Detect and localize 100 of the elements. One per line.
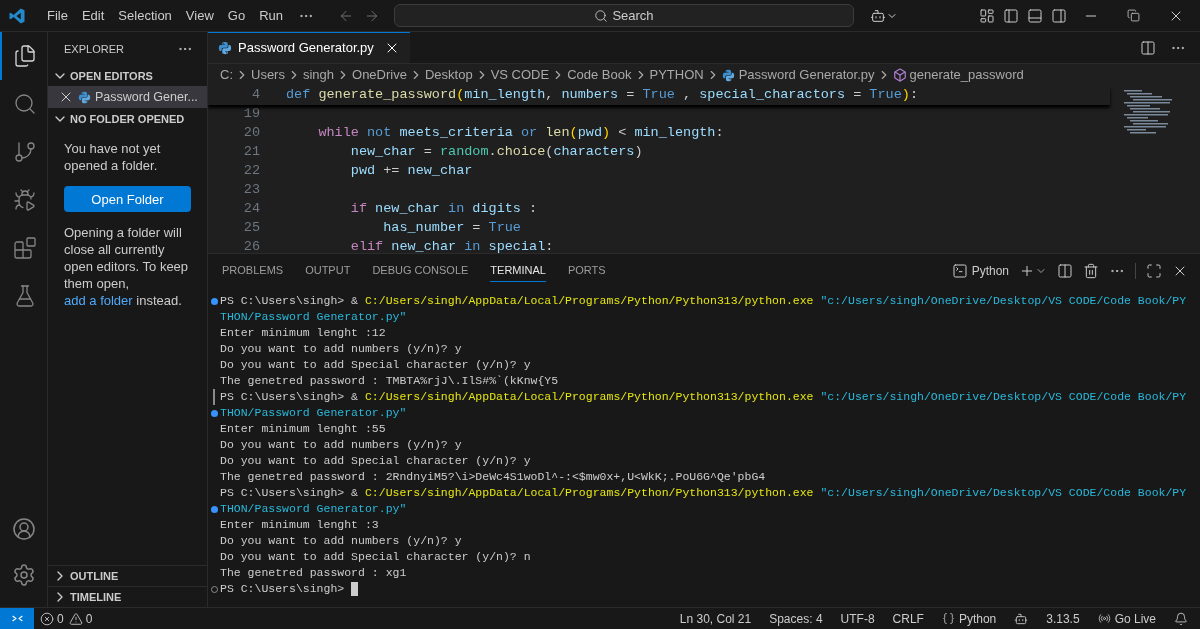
- tab-label: Password Generator.py: [238, 39, 374, 58]
- menu-item[interactable]: File: [40, 5, 75, 26]
- open-folder-button[interactable]: Open Folder: [64, 186, 191, 212]
- terminal-line: Enter minimum lenght :12: [220, 325, 386, 342]
- search-label: Search: [612, 6, 654, 25]
- terminal-line: Do you want to add numbers (y/n)? y: [220, 533, 462, 550]
- line-number: 23: [242, 181, 261, 200]
- secondary-sidebar-icon[interactable]: [1051, 7, 1067, 24]
- code-line: elif new_char in special:: [349, 239, 554, 253]
- encoding[interactable]: UTF-8: [840, 609, 875, 628]
- menu-item[interactable]: Go: [220, 5, 253, 26]
- warning-icon: [68, 611, 83, 626]
- robot-icon[interactable]: [870, 7, 886, 24]
- terminal-line: The genetred password : 2RndnyiM5?\i>DeWc4S1woDl^-:<$mw0x+,U<WkK;.PoU6G^Qe'pbG4: [220, 469, 766, 486]
- language-mode[interactable]: Python: [941, 609, 997, 628]
- section-header[interactable]: OPEN EDITORS: [48, 66, 207, 86]
- settings-icon[interactable]: [11, 563, 36, 587]
- terminal-line: Do you want to add numbers (y/n)? y: [220, 341, 462, 358]
- editor-tab[interactable]: Password Generator.py: [208, 32, 410, 63]
- breadcrumb[interactable]: Users: [251, 65, 285, 85]
- maximize-icon[interactable]: [1146, 262, 1162, 279]
- breadcrumb[interactable]: VS CODE: [490, 65, 550, 85]
- terminal-line: PS C:\Users\singh> & C:/Users/singh/AppData/Local/Programs/Python/Python313/python.exe "c:/Users/singh/OneDrive/Desktop/VS CODE/Code Book/PY: [220, 389, 1187, 406]
- panel-tab[interactable]: PORTS: [567, 258, 606, 283]
- go-live-button[interactable]: Go Live: [1097, 609, 1156, 628]
- cursor-position[interactable]: Ln 30, Col 21: [679, 609, 752, 628]
- line-number: 19: [242, 105, 261, 124]
- terminal-line: Do you want to add numbers (y/n)? y: [220, 437, 462, 454]
- line-number: 26: [242, 238, 261, 253]
- empty-message: You have not yet opened a folder.: [64, 140, 162, 174]
- python-icon: [218, 41, 232, 55]
- file-name: Password Gener...: [95, 88, 198, 106]
- robot-icon[interactable]: [1014, 611, 1029, 626]
- menu-item[interactable]: Edit: [74, 5, 112, 26]
- extensions-icon: [12, 236, 37, 260]
- cube-icon: [892, 68, 907, 82]
- python-icon: [721, 68, 735, 82]
- panel-tab[interactable]: PROBLEMS: [222, 258, 284, 283]
- trash-icon[interactable]: [1083, 262, 1099, 279]
- search-icon: [594, 8, 609, 23]
- terminal-line: THON/Password Generator.py": [220, 309, 407, 326]
- sidebar-title: EXPLORER: [64, 41, 124, 57]
- files-icon: [12, 44, 37, 68]
- panel-tab[interactable]: DEBUG CONSOLE: [372, 258, 469, 283]
- bell-icon[interactable]: [1174, 611, 1188, 626]
- error-icon: [40, 611, 54, 626]
- panel-tab[interactable]: OUTPUT: [305, 258, 351, 283]
- section-header[interactable]: TIMELINE: [48, 586, 207, 607]
- sidebar-toggle-icon[interactable]: [1003, 7, 1019, 24]
- branch-icon: [12, 140, 37, 164]
- terminal-selector[interactable]: Python: [951, 261, 1009, 280]
- code-line: if new_char in digits :: [349, 201, 538, 217]
- breadcrumb[interactable]: generate_password: [909, 65, 1024, 85]
- line-ending[interactable]: CRLF: [892, 609, 924, 628]
- restore-icon[interactable]: [1127, 9, 1140, 22]
- line-number: 21: [242, 143, 261, 162]
- breadcrumb[interactable]: Password Generator.py: [738, 65, 875, 85]
- split-terminal-icon[interactable]: [1057, 262, 1073, 279]
- add-folder-link[interactable]: add a folder: [64, 293, 133, 308]
- terminal-line: THON/Password Generator.py": [220, 501, 407, 518]
- section-header[interactable]: NO FOLDER OPENED: [48, 108, 207, 130]
- search-icon: [12, 92, 37, 116]
- terminal-line: PS C:\Users\singh>: [220, 581, 345, 598]
- command-center[interactable]: Search: [394, 4, 854, 27]
- terminal-line: Do you want to add Special character (y/n)? y: [220, 453, 531, 470]
- line-number: 4: [250, 86, 261, 105]
- menu-item[interactable]: Selection: [111, 5, 179, 26]
- menu-item[interactable]: Run: [252, 5, 290, 26]
- menu-item[interactable]: View: [178, 5, 221, 26]
- layout-icon[interactable]: [979, 7, 995, 24]
- breadcrumb[interactable]: C:: [220, 65, 233, 85]
- account-icon[interactable]: [11, 517, 36, 541]
- terminal-line: Do you want to add Special character (y/n)? y: [220, 357, 531, 374]
- python-version[interactable]: 3.13.5: [1046, 609, 1080, 628]
- terminal-line: PS C:\Users\singh> & C:/Users/singh/AppData/Local/Programs/Python/Python313/python.exe "c:/Users/singh/OneDrive/Desktop/VS CODE/Code Book/PY: [220, 485, 1187, 502]
- terminal-line: The genetred password : TMBTA%rjJ\.IlS#%`(kKnw{Y5: [220, 373, 559, 390]
- breadcrumb[interactable]: OneDrive: [352, 65, 407, 85]
- split-editor-icon[interactable]: [1140, 39, 1156, 56]
- problems-indicator[interactable]: 0 0: [34, 609, 99, 628]
- breadcrumb[interactable]: Desktop: [424, 65, 473, 85]
- code-line: def generate_password(min_length, numbers = True , special_charactors = True):: [286, 87, 918, 103]
- terminal-line: PS C:\Users\singh> & C:/Users/singh/AppData/Local/Programs/Python/Python313/python.exe "c:/Users/singh/OneDrive/Desktop/VS CODE/Code Book/PY: [220, 293, 1187, 310]
- breadcrumb[interactable]: Code Book: [567, 65, 632, 85]
- logo-icon: [8, 6, 26, 25]
- open-editor-item[interactable]: Password Gener...: [48, 86, 207, 108]
- section-header[interactable]: OUTLINE: [48, 565, 207, 586]
- broadcast-icon: [1097, 612, 1111, 625]
- indentation[interactable]: Spaces: 4: [769, 609, 823, 628]
- line-number: 22: [242, 162, 261, 181]
- terminal-line: The genetred password : xg1: [220, 565, 407, 582]
- panel-tab[interactable]: TERMINAL: [490, 258, 546, 283]
- line-number: 20: [242, 124, 261, 143]
- line-number: 24: [242, 200, 261, 219]
- breadcrumb[interactable]: PYTHON: [649, 65, 704, 85]
- breadcrumb[interactable]: singh: [302, 65, 335, 85]
- code-line: pwd += new_char: [349, 163, 473, 179]
- line-number: 25: [242, 219, 261, 238]
- command-marker-bar: [213, 389, 215, 405]
- terminal-icon: [951, 262, 968, 279]
- panel-toggle-icon[interactable]: [1027, 7, 1043, 24]
